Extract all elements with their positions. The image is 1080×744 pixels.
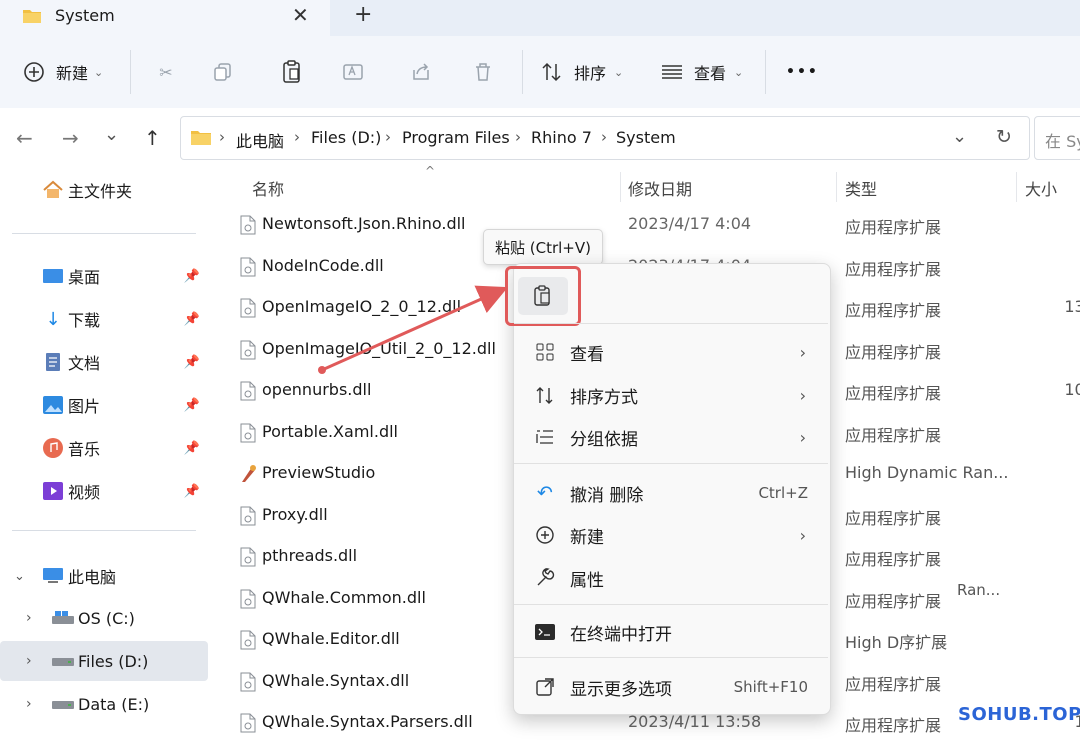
watermark: SOHUB.TOP: [958, 704, 1080, 725]
annotation-arrow: [318, 285, 508, 374]
